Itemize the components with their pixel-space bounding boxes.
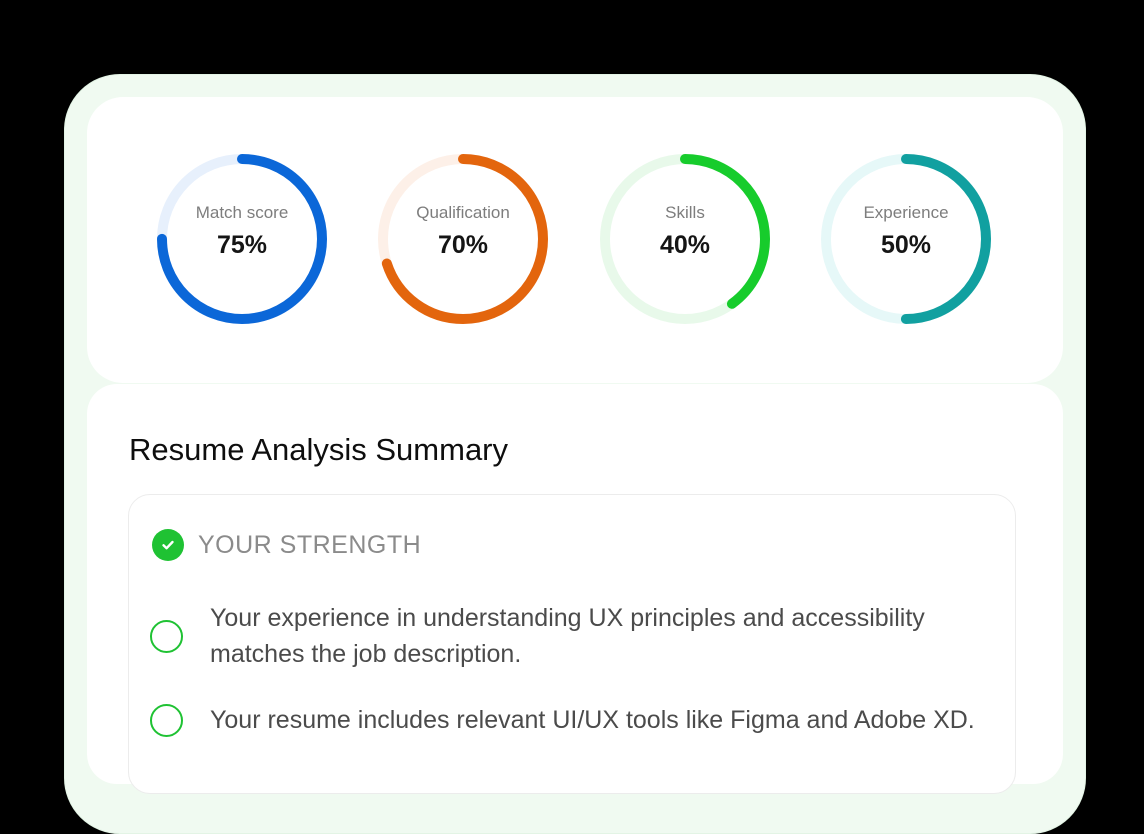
gauge-label: Match score	[195, 203, 289, 222]
gauge-label: Qualification	[416, 203, 510, 222]
gauge-value: 70%	[437, 231, 489, 259]
empty-circle-icon[interactable]	[150, 619, 183, 653]
empty-circle-icon[interactable]	[150, 703, 183, 737]
strength-header: YOUR STRENGTH	[152, 528, 421, 562]
check-circle-icon	[152, 529, 184, 561]
strength-item-text: Your experience in understanding UX prin…	[210, 604, 925, 668]
strength-item-text: Your resume includes relevant UI/UX tool…	[210, 706, 975, 734]
gauge-value: 75%	[216, 231, 268, 259]
strength-title: YOUR STRENGTH	[198, 530, 422, 559]
gauge-label: Skills	[665, 203, 705, 222]
gauge-qualification: Qualification 70%	[375, 151, 551, 327]
gauge-value: 50%	[880, 231, 932, 259]
gauge-value: 40%	[659, 231, 711, 259]
gauge-skills: Skills 40%	[597, 151, 773, 327]
summary-title: Resume Analysis Summary	[129, 432, 509, 467]
gauge-match-score: Match score 75%	[154, 151, 330, 327]
gauge-experience: Experience 50%	[818, 151, 994, 327]
strength-item: Your resume includes relevant UI/UX tool…	[150, 702, 990, 738]
gauge-label: Experience	[863, 203, 949, 222]
strength-item: Your experience in understanding UX prin…	[150, 600, 990, 672]
